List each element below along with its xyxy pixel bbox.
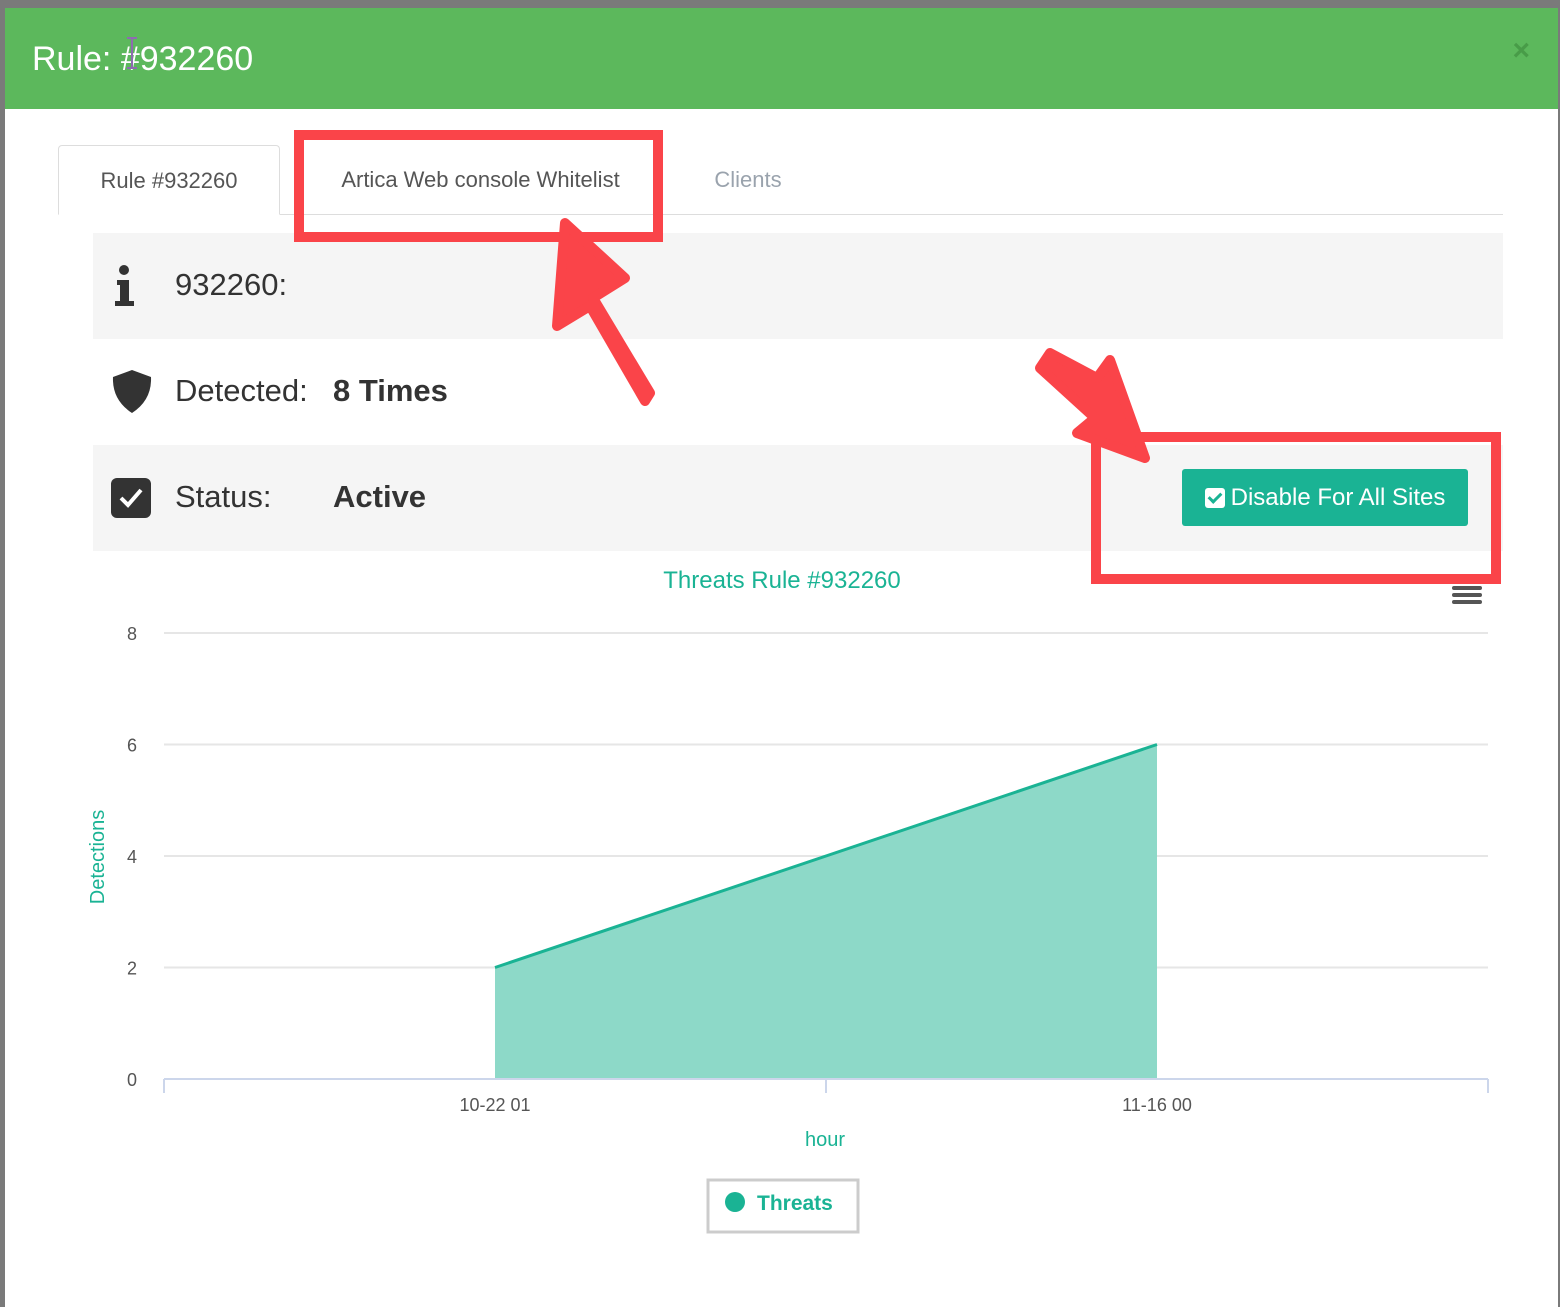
- y-tick-label: 8: [127, 624, 137, 644]
- x-tick-label: 10-22 01: [459, 1095, 530, 1115]
- y-tick-label: 4: [127, 847, 137, 867]
- chart-menu-icon[interactable]: [1452, 586, 1482, 604]
- x-axis-label: hour: [805, 1129, 845, 1151]
- legend[interactable]: Threats: [706, 1178, 860, 1234]
- y-axis-label: Detections: [87, 810, 109, 905]
- rule-modal: Rule: #932260 × Rule #932260 Artica Web …: [5, 8, 1558, 1307]
- threats-chart: Threats Rule #932260 0 2 4 6 8 10-22 01 11-16…: [87, 567, 1489, 1234]
- legend-marker: [725, 1192, 745, 1212]
- y-tick-label: 0: [127, 1070, 137, 1090]
- y-tick-label: 6: [127, 736, 137, 756]
- y-tick-label: 2: [127, 959, 137, 979]
- chart-title: Threats Rule #932260: [663, 567, 901, 594]
- x-tick-label: 11-16 00: [1122, 1095, 1192, 1115]
- legend-item-threats: Threats: [757, 1192, 833, 1215]
- series-area-threats: [495, 744, 1157, 1079]
